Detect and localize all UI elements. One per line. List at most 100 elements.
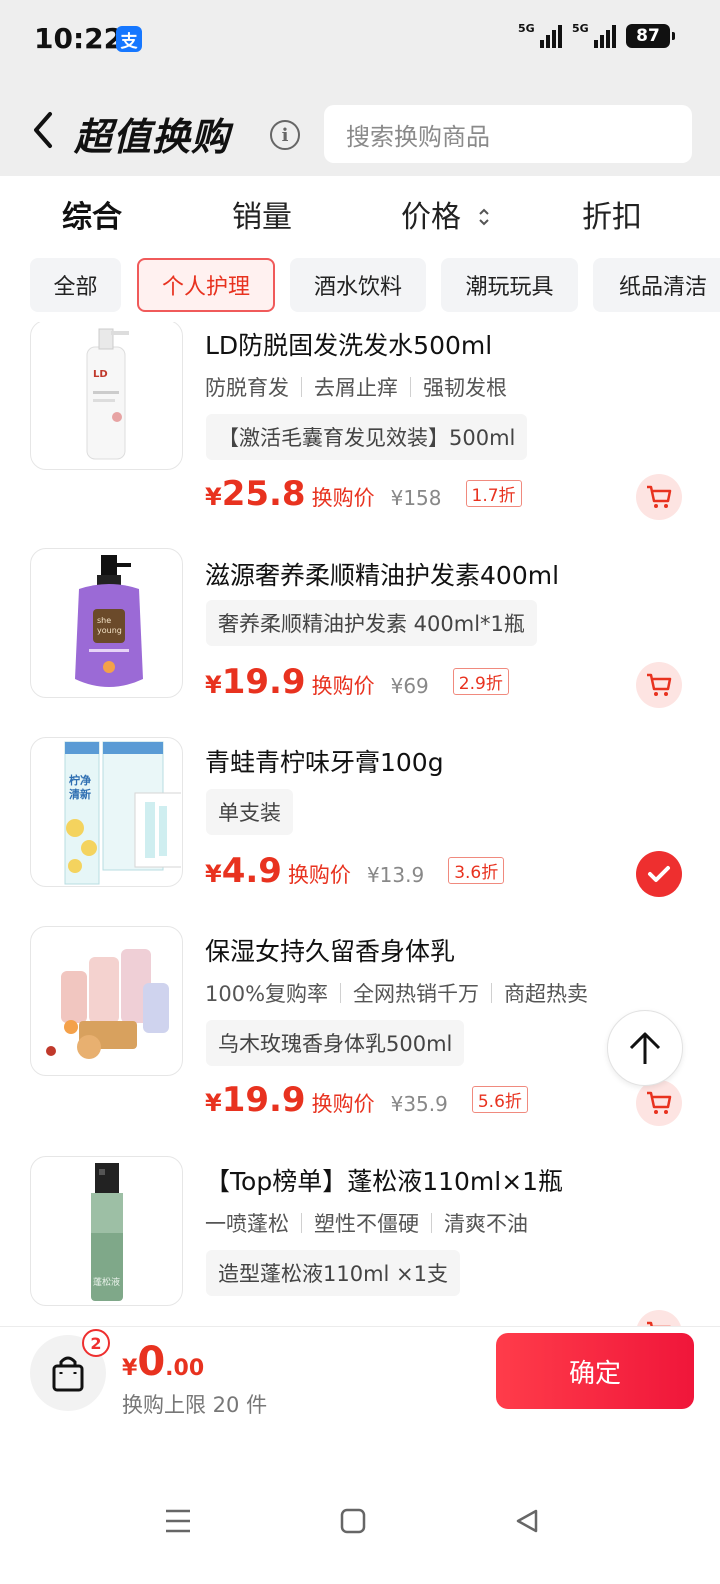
- tab-price-label: 价格: [401, 200, 461, 235]
- system-back-button[interactable]: [514, 1508, 540, 1538]
- category-bar: 全部 个人护理 酒水饮料 潮玩玩具 纸品清洁: [0, 256, 720, 316]
- tab-price[interactable]: 价格: [401, 192, 491, 236]
- product-tags: 100%复购率 全网热销千万 商超热卖: [205, 978, 588, 1008]
- search-input[interactable]: 搜索换购商品: [324, 105, 692, 163]
- status-time: 10:22: [34, 22, 124, 55]
- product-tag: 一喷蓬松: [205, 1212, 289, 1236]
- price-row: ¥ 4.9 换购价 ¥13.9 3.6折: [205, 851, 505, 891]
- product-tag: 塑性不僵硬: [314, 1212, 419, 1236]
- product-list: LD LD防脱固发洗发水500ml 防脱育发 去屑止痒 强韧发根 【激活毛囊育发…: [0, 322, 720, 1326]
- product-name: 青蛙青柠味牙膏100g: [205, 748, 444, 777]
- currency-symbol: ¥: [205, 483, 222, 511]
- product-spec: 单支装: [206, 789, 293, 835]
- back-to-top-button[interactable]: [607, 1010, 683, 1086]
- product-tags: 一喷蓬松 塑性不僵硬 清爽不油: [205, 1208, 528, 1238]
- back-button[interactable]: [28, 110, 58, 150]
- price-tag: 换购价: [287, 863, 351, 887]
- cart-count-badge: 2: [82, 1329, 110, 1357]
- signal-2-label: 5G: [572, 22, 589, 35]
- product-name: 保湿女持久留香身体乳: [205, 937, 456, 966]
- svg-text:蓬松液: 蓬松液: [93, 1276, 120, 1288]
- tab-comprehensive[interactable]: 综合: [62, 192, 122, 236]
- currency-symbol: ¥: [205, 860, 222, 888]
- sort-arrows-icon: [478, 208, 489, 225]
- add-to-cart-button[interactable]: [636, 1310, 682, 1326]
- chip-drinks[interactable]: 酒水饮料: [290, 258, 426, 312]
- sort-bar: 综合 销量 价格 折扣: [0, 176, 720, 246]
- total-decimal: .00: [165, 1356, 205, 1381]
- exchange-price: 4.9: [221, 851, 282, 891]
- tab-sales[interactable]: 销量: [232, 192, 292, 236]
- exchange-price: 25.8: [221, 474, 306, 514]
- chip-personal-care[interactable]: 个人护理: [137, 258, 275, 312]
- discount-badge: 5.6折: [471, 1086, 528, 1113]
- confirm-button[interactable]: 确定: [496, 1333, 694, 1409]
- add-to-cart-button[interactable]: [636, 662, 682, 708]
- header: 超值换购 i 搜索换购商品: [0, 80, 720, 176]
- product-tag: 100%复购率: [205, 982, 329, 1006]
- signal-1-label: 5G: [518, 22, 535, 35]
- total-price: ¥ 0 .00: [122, 1339, 204, 1385]
- product-tag: 清爽不油: [444, 1212, 528, 1236]
- price-row: ¥ 19.9 换购价 ¥69 2.9折: [205, 662, 509, 702]
- add-to-cart-button[interactable]: [636, 474, 682, 520]
- svg-text:柠净: 柠净: [69, 773, 91, 787]
- chip-toys[interactable]: 潮玩玩具: [441, 258, 578, 312]
- system-nav-bar: [0, 1444, 720, 1584]
- discount-badge: 2.9折: [452, 668, 509, 695]
- home-button[interactable]: [340, 1508, 366, 1538]
- checkout-bar: 2 ¥ 0 .00 换购上限 20 件 确定: [0, 1326, 720, 1444]
- product-tag: 去屑止痒: [314, 376, 398, 400]
- svg-text:清新: 清新: [69, 787, 91, 801]
- price-tag: 换购价: [311, 1092, 375, 1116]
- chip-paper-cleaning[interactable]: 纸品清洁: [593, 258, 720, 312]
- back-chevron-icon: [34, 112, 52, 148]
- currency-symbol: ¥: [205, 671, 222, 699]
- battery-icon: 87: [626, 24, 675, 48]
- product-spec: 乌木玫瑰香身体乳500ml: [206, 1020, 465, 1066]
- product-image: 柠净 清新: [30, 737, 183, 887]
- check-icon: [648, 866, 670, 882]
- product-tag: 强韧发根: [423, 376, 507, 400]
- total-currency: ¥: [122, 1356, 138, 1381]
- currency-symbol: ¥: [205, 1089, 222, 1117]
- signal-icon: 5G: [572, 22, 616, 48]
- product-image: LD: [30, 322, 183, 470]
- shopping-bag-icon: [52, 1356, 84, 1392]
- signal-icon: 5G: [518, 22, 562, 48]
- selected-check-button[interactable]: [636, 851, 682, 897]
- discount-badge: 3.6折: [448, 857, 505, 884]
- price-row: ¥ 25.8 换购价 ¥158 1.7折: [205, 474, 522, 514]
- tab-discount[interactable]: 折扣: [582, 192, 642, 236]
- chip-all[interactable]: 全部: [30, 258, 121, 312]
- svg-text:LD: LD: [93, 369, 108, 380]
- svg-text:young: young: [97, 626, 122, 635]
- exchange-price: 19.9: [221, 1080, 306, 1120]
- product-image: 蓬松液: [30, 1156, 183, 1306]
- info-icon[interactable]: i: [270, 120, 300, 150]
- price-tag: 换购价: [311, 674, 375, 698]
- product-tags: 防脱育发 去屑止痒 强韧发根: [205, 372, 507, 402]
- product-tag: 防脱育发: [205, 376, 289, 400]
- exchange-price: 19.9: [221, 662, 306, 702]
- back-triangle-icon: [516, 1509, 538, 1533]
- original-price: ¥35.9: [390, 1092, 448, 1116]
- status-bar: 10:22 支 5G 5G 87: [0, 0, 720, 80]
- svg-text:she: she: [97, 616, 111, 625]
- alipay-app-icon: 支: [116, 26, 142, 52]
- product-name: 滋源奢养柔顺精油护发素400ml: [205, 561, 560, 590]
- product-tag: 全网热销千万: [353, 982, 480, 1006]
- total-integer: 0: [137, 1339, 166, 1385]
- recent-apps-button[interactable]: [164, 1508, 192, 1538]
- status-indicators: 5G 5G 87: [518, 22, 675, 48]
- page-title: 超值换购: [74, 115, 231, 159]
- menu-icon: [166, 1509, 190, 1533]
- home-square-icon: [340, 1508, 366, 1534]
- original-price: ¥69: [390, 674, 429, 698]
- discount-badge: 1.7折: [465, 480, 522, 507]
- product-name: LD防脱固发洗发水500ml: [205, 331, 493, 360]
- product-spec: 奢养柔顺精油护发素 400ml*1瓶: [206, 600, 537, 646]
- add-to-cart-button[interactable]: [636, 1080, 682, 1126]
- page: 10:22 支 5G 5G 87 超值换购 i 搜索换购商品 综合 销量 价格: [0, 0, 720, 1584]
- original-price: ¥158: [390, 486, 442, 510]
